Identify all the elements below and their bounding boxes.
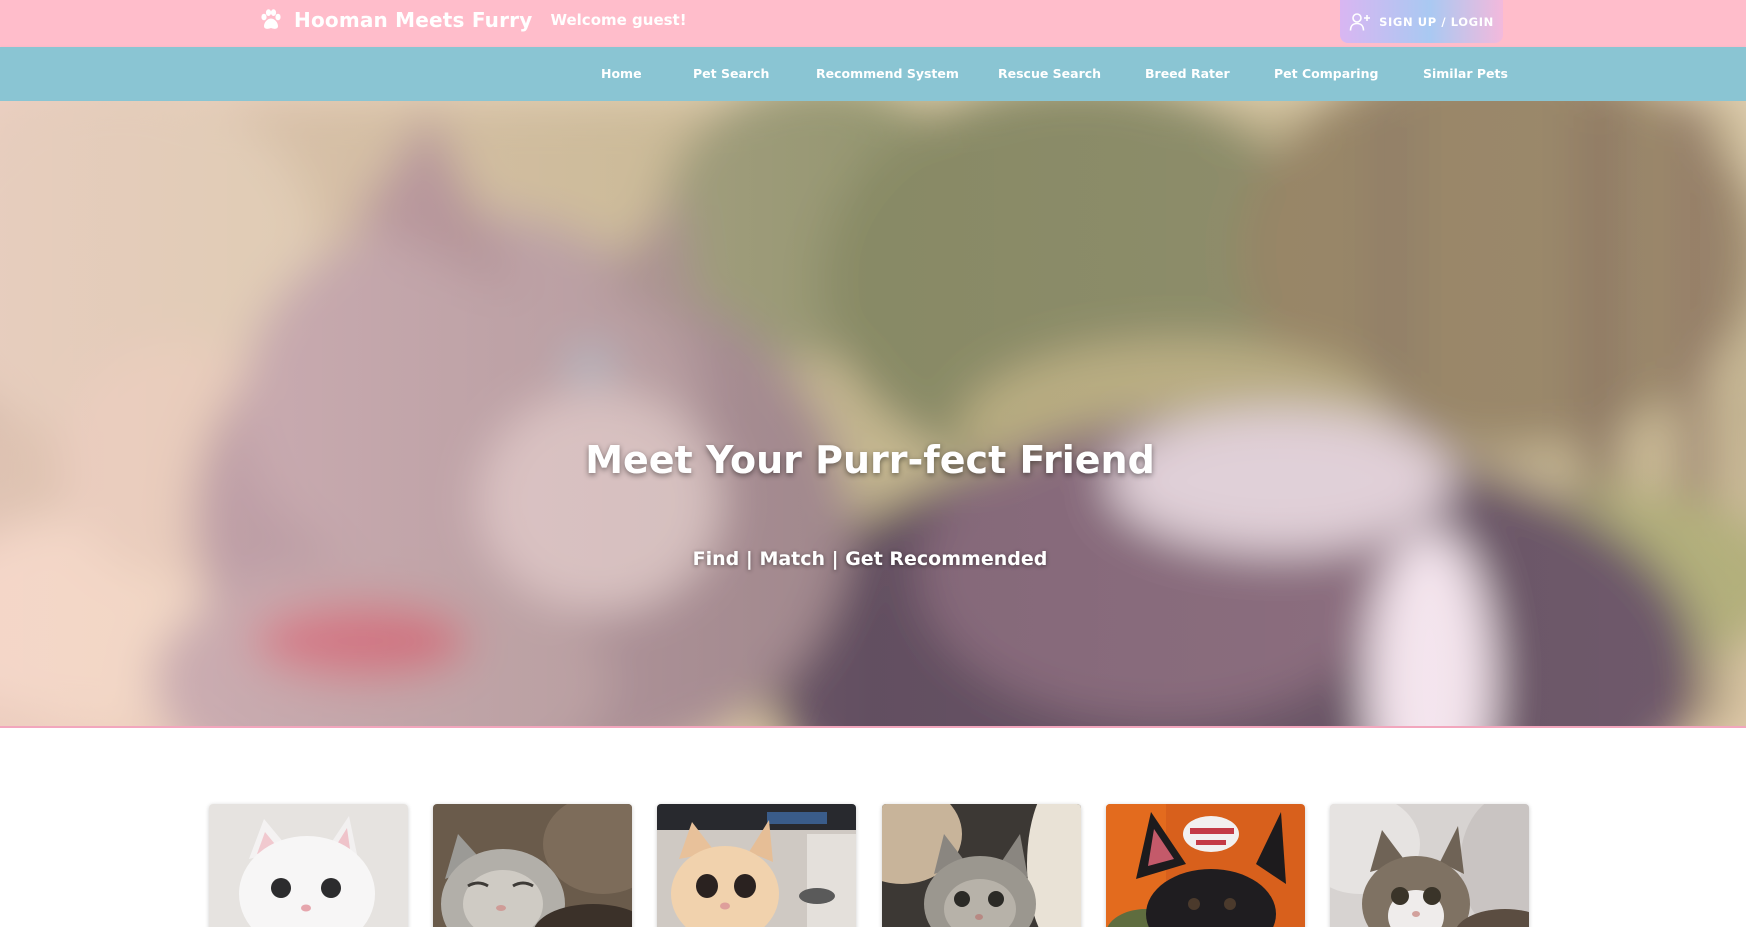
pet-card[interactable] bbox=[657, 804, 856, 927]
white-cat-photo bbox=[209, 804, 408, 927]
nav-pet-comparing[interactable]: Pet Comparing bbox=[1274, 47, 1378, 101]
hero-title: Meet Your Purr-fect Friend bbox=[585, 438, 1155, 482]
signup-login-button[interactable]: SIGN UP / LOGIN bbox=[1340, 0, 1503, 43]
pet-cards bbox=[0, 804, 1746, 927]
brand[interactable]: Hooman Meets Furry Welcome guest! bbox=[258, 0, 687, 40]
nav-home[interactable]: Home bbox=[601, 47, 642, 101]
nav-similar-pets[interactable]: Similar Pets bbox=[1423, 47, 1508, 101]
paw-icon bbox=[261, 9, 281, 29]
hero-cat-photo bbox=[0, 101, 1746, 727]
brand-name[interactable]: Hooman Meets Furry bbox=[294, 8, 532, 32]
user-plus-icon bbox=[1349, 12, 1371, 31]
nav-recommend-system[interactable]: Recommend System bbox=[816, 47, 959, 101]
pet-card[interactable] bbox=[1330, 804, 1529, 927]
tabby-cat-squinting-photo bbox=[433, 804, 632, 927]
hero-divider bbox=[0, 726, 1746, 728]
main-nav: Home Pet Search Recommend System Rescue … bbox=[0, 47, 1746, 101]
nav-breed-rater[interactable]: Breed Rater bbox=[1145, 47, 1230, 101]
pet-card[interactable] bbox=[433, 804, 632, 927]
nav-pet-search[interactable]: Pet Search bbox=[693, 47, 769, 101]
signup-login-label: SIGN UP / LOGIN bbox=[1379, 14, 1494, 29]
pet-card[interactable] bbox=[882, 804, 1081, 927]
orange-kitten-photo bbox=[657, 804, 856, 927]
nav-rescue-search[interactable]: Rescue Search bbox=[998, 47, 1101, 101]
pet-card[interactable] bbox=[209, 804, 408, 927]
pet-card[interactable] bbox=[1106, 804, 1305, 927]
hero-banner: Meet Your Purr-fect Friend Find | Match … bbox=[0, 101, 1746, 727]
tabby-white-cat-photo bbox=[1330, 804, 1529, 927]
welcome-text: Welcome guest! bbox=[550, 11, 687, 29]
hero-subtitle: Find | Match | Get Recommended bbox=[692, 548, 1048, 570]
top-header: Hooman Meets Furry Welcome guest! SIGN U… bbox=[0, 0, 1746, 47]
grey-tabby-cat-photo bbox=[882, 804, 1081, 927]
black-dog-with-toy-photo bbox=[1106, 804, 1305, 927]
